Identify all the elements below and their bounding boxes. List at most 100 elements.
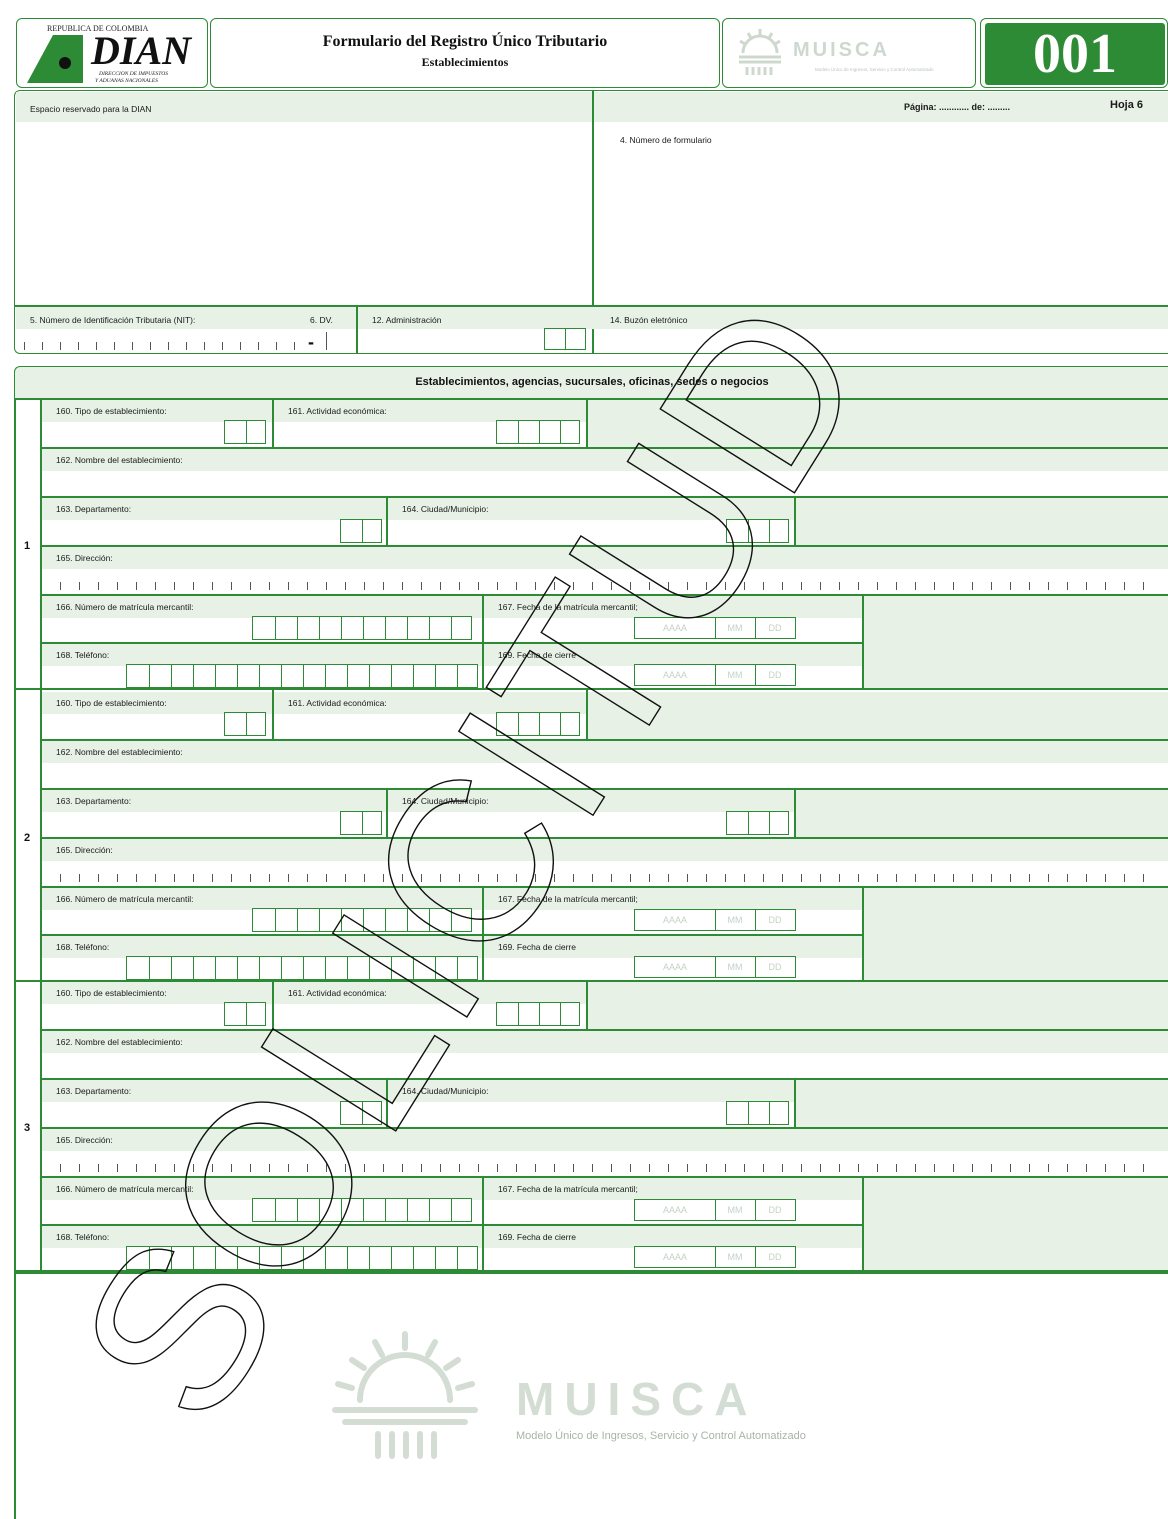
rule-line (356, 305, 358, 354)
f161-label: 161. Actividad económica: (288, 406, 387, 416)
matricula-date-input[interactable]: AAAA MM DD (634, 617, 796, 639)
cierre-date-input[interactable]: AAAA MM DD (634, 664, 796, 686)
actividad-economica-input[interactable] (496, 1002, 580, 1026)
nombre-establecimiento-input[interactable] (42, 763, 1168, 787)
f166-label: 166. Número de matrícula mercantil: (56, 894, 194, 904)
dian-sub1: DIRECCION DE IMPUESTOS (99, 71, 168, 77)
departamento-input[interactable] (340, 519, 382, 543)
text-label: DD (768, 670, 782, 680)
tipo-establecimiento-input[interactable] (224, 712, 266, 736)
dv-input[interactable] (326, 332, 340, 350)
form-number: 001 (985, 23, 1165, 85)
text-label: AAAA (662, 1252, 687, 1262)
telefono-input[interactable] (126, 664, 478, 688)
f168-label: 168. Teléfono: (56, 1232, 110, 1242)
shaded-band (594, 92, 1168, 122)
f166-label: 166. Número de matrícula mercantil: (56, 602, 194, 612)
matricula-date-input[interactable]: AAAA MM DD (634, 1199, 796, 1221)
text-label: MM (727, 1252, 743, 1262)
departamento-input[interactable] (340, 811, 382, 835)
f161-label: 161. Actividad económica: (288, 698, 387, 708)
footer-logo: MUISCA Modelo Único de Ingresos, Servici… (330, 1330, 870, 1470)
text-label: DD (768, 915, 782, 925)
f165-label: 165. Dirección: (56, 553, 113, 563)
nombre-establecimiento-input[interactable] (42, 1053, 1168, 1077)
f164-label: 164. Ciudad/Municipio: (402, 1086, 489, 1096)
f167-label: 167. Fecha de la matrícula mercantil; (498, 602, 638, 612)
rule-line (40, 739, 1168, 741)
buzon-label: 14. Buzón eletrónico (610, 315, 688, 325)
matricula-mercantil-input[interactable] (252, 616, 472, 640)
muisca-tagline-small: Modelo Único de Ingresos, Servicio y Con… (815, 67, 934, 72)
cierre-date-input[interactable]: AAAA MM DD (634, 1246, 796, 1268)
f166-label: 166. Número de matrícula mercantil: (56, 1184, 194, 1194)
dian-logo-box: REPUBLICA DE COLOMBIA DIAN DIRECCION DE … (16, 18, 208, 88)
direccion-input[interactable] (60, 578, 1160, 590)
admin-label: 12. Administración (372, 315, 442, 325)
f160-label: 160. Tipo de establecimiento: (56, 698, 167, 708)
tipo-establecimiento-input[interactable] (224, 420, 266, 444)
rule-line (40, 1127, 1168, 1129)
reserved-label: Espacio reservado para la DIAN (30, 104, 152, 114)
rule-line (14, 398, 16, 1519)
f167-label: 167. Fecha de la matrícula mercantil; (498, 894, 638, 904)
shaded-band (42, 839, 1168, 861)
text-label: DD (768, 1205, 782, 1215)
text-label: AAAA (662, 623, 687, 633)
f162-label: 162. Nombre del establecimiento: (56, 747, 183, 757)
matricula-date-input[interactable]: AAAA MM DD (634, 909, 796, 931)
f163-label: 163. Departamento: (56, 1086, 132, 1096)
actividad-economica-input[interactable] (496, 712, 580, 736)
matricula-mercantil-input[interactable] (252, 1198, 472, 1222)
f164-label: 164. Ciudad/Municipio: (402, 504, 489, 514)
form-subtitle: Establecimientos (421, 55, 509, 69)
text-label: AAAA (662, 1205, 687, 1215)
f169-label: 169. Fecha de cierre (498, 942, 576, 952)
nombre-establecimiento-input[interactable] (42, 471, 1168, 495)
rule-line (272, 398, 274, 447)
ciudad-municipio-input[interactable] (726, 811, 789, 835)
telefono-input[interactable] (126, 956, 478, 980)
pagina-label: Página: ............ de: ......... (904, 102, 1011, 112)
text-label: MM (727, 915, 743, 925)
departamento-input[interactable] (340, 1101, 382, 1125)
rule-line (40, 837, 1168, 839)
tipo-establecimiento-input[interactable] (224, 1002, 266, 1026)
direccion-input[interactable] (60, 870, 1160, 882)
muisca-word-small: MUISCA (793, 39, 890, 61)
muisca-sun-icon (739, 29, 781, 75)
f165-label: 165. Dirección: (56, 845, 113, 855)
ciudad-municipio-input[interactable] (726, 519, 789, 543)
f167-label: 167. Fecha de la matrícula mercantil; (498, 1184, 638, 1194)
f168-label: 168. Teléfono: (56, 942, 110, 952)
dv-label: 6. DV. (310, 315, 333, 325)
muisca-tagline-large: Modelo Único de Ingresos, Servicio y Con… (516, 1430, 806, 1442)
rule-line (386, 1078, 388, 1127)
dian-sub2: Y ADUANAS NACIONALES (95, 78, 158, 84)
direccion-input[interactable] (60, 1160, 1160, 1172)
text-label: MM (727, 623, 743, 633)
muisca-sun-large-icon (332, 1331, 478, 1459)
block-number: 2 (24, 832, 31, 844)
shaded-band (42, 547, 1168, 569)
f162-label: 162. Nombre del establecimiento: (56, 455, 183, 465)
ciudad-municipio-input[interactable] (726, 1101, 789, 1125)
actividad-economica-input[interactable] (496, 420, 580, 444)
shaded-band (42, 741, 1168, 763)
text-label: MM (727, 962, 743, 972)
telefono-input[interactable] (126, 1246, 478, 1270)
matricula-mercantil-input[interactable] (252, 908, 472, 932)
text-label: MM (727, 1205, 743, 1215)
nit-dash: - (308, 332, 314, 352)
text-label: AAAA (662, 670, 687, 680)
rule-line (14, 688, 1168, 690)
f169-label: 169. Fecha de cierre (498, 1232, 576, 1242)
dian-logo-text: DIAN (91, 28, 192, 73)
f164-label: 164. Ciudad/Municipio: (402, 796, 489, 806)
cierre-date-input[interactable]: AAAA MM DD (634, 956, 796, 978)
muisca-word-large: MUISCA (516, 1373, 758, 1425)
admin-input[interactable] (544, 328, 586, 350)
nit-input[interactable] (24, 336, 304, 350)
rule-line (482, 1176, 484, 1270)
block-number: 3 (24, 1122, 31, 1134)
